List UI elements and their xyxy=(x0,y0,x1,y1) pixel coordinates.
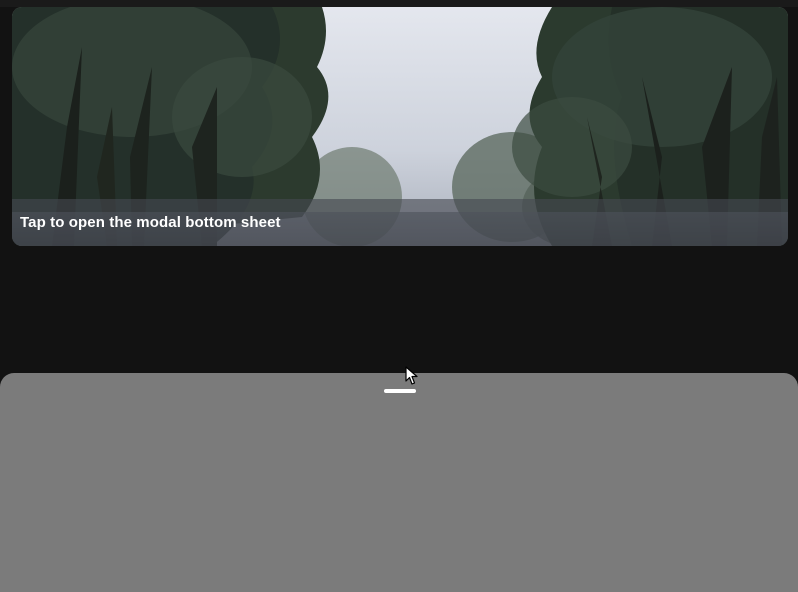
mouse-pointer-icon xyxy=(405,366,418,385)
modal-bottom-sheet[interactable] xyxy=(0,373,798,592)
status-strip xyxy=(0,0,798,7)
caption-overlay: Tap to open the modal bottom sheet xyxy=(12,199,788,246)
drag-handle[interactable] xyxy=(384,389,416,393)
app-screen: Tap to open the modal bottom sheet xyxy=(0,0,798,592)
caption-text: Tap to open the modal bottom sheet xyxy=(20,214,281,231)
image-card[interactable]: Tap to open the modal bottom sheet xyxy=(12,7,788,246)
